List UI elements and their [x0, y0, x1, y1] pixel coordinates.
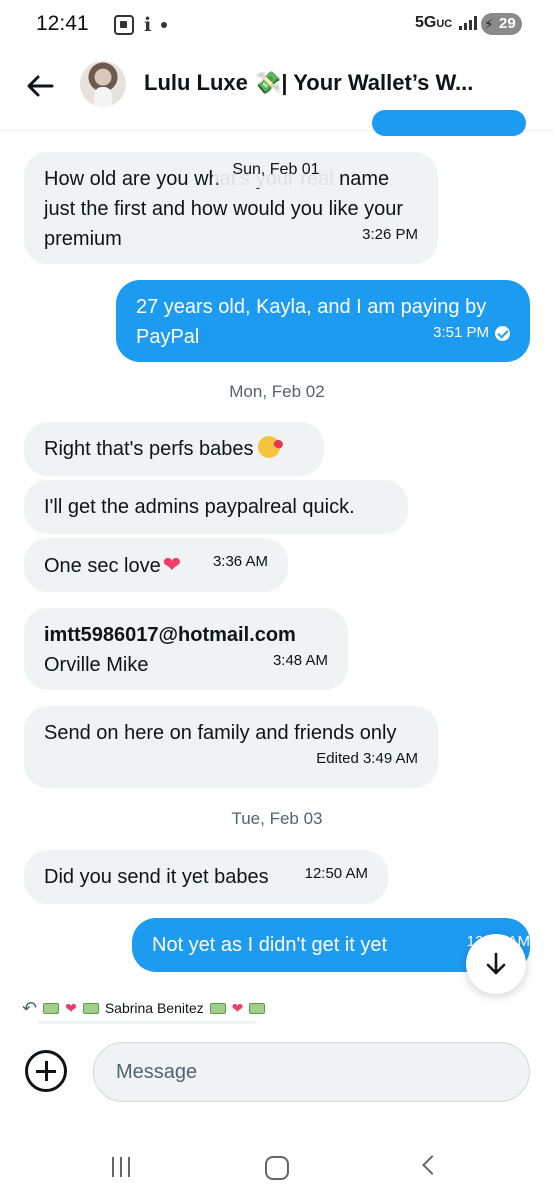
- battery-indicator: 29: [481, 13, 522, 35]
- message-bubble-outgoing[interactable]: 27 years old, Kayla, and I am paying by …: [116, 280, 530, 362]
- money-emoji-icon: [43, 1002, 60, 1014]
- avatar[interactable]: [80, 61, 126, 107]
- message-time: 3:26 PM: [362, 226, 418, 243]
- message-text: I'll get the admins paypalreal quick.: [44, 496, 355, 518]
- more-notifications-icon: [161, 22, 168, 28]
- home-icon[interactable]: [265, 1156, 289, 1180]
- plus-circle-icon[interactable]: [25, 1050, 67, 1092]
- message-time: Edited 3:49 AM: [316, 750, 418, 767]
- reply-arrow-icon: ↶: [22, 997, 38, 1018]
- message-list[interactable]: How old are you what's your real name ju…: [0, 110, 554, 1030]
- system-nav-bar: [0, 1130, 554, 1200]
- heart-emoji-icon: ❤: [65, 999, 77, 1016]
- message-time: 3:48 AM: [272, 652, 328, 669]
- message-text: One sec love: [44, 555, 161, 577]
- message-text: Did you send it yet babes: [44, 866, 269, 888]
- chat-title[interactable]: Lulu Luxe 💸| Your Wallet’s W...: [144, 70, 504, 96]
- message-input[interactable]: [93, 1042, 530, 1102]
- status-time: 12:41: [36, 12, 89, 35]
- read-receipt-icon: [495, 325, 510, 341]
- signal-icon: [459, 16, 477, 30]
- message-text: Right that's perfs babes: [44, 438, 254, 460]
- heart-emoji-icon: ❤: [231, 999, 244, 1016]
- message-bubble-partial: [372, 110, 526, 136]
- message-bubble-incoming[interactable]: Did you send it yet babes 12:50 AM: [24, 850, 388, 904]
- message-bubble-incoming[interactable]: One sec love❤ 3:36 AM: [24, 538, 288, 592]
- message-bubble-incoming[interactable]: Right that's perfs babes: [24, 422, 324, 476]
- message-composer: [0, 1030, 554, 1120]
- message-bubble-incoming[interactable]: imtt5986017@hotmail.com Orville Mike 3:4…: [24, 608, 348, 690]
- message-bubble-incoming[interactable]: Send on here on family and friends only …: [24, 706, 438, 788]
- heart-emoji-icon: ❤: [162, 552, 182, 577]
- reply-preview-bar: [38, 1021, 256, 1024]
- network-indicator: 5GUC: [415, 14, 453, 31]
- message-time: 3:51 PM: [433, 324, 489, 341]
- money-emoji-icon: [249, 1002, 266, 1014]
- message-text: Not yet as I didn't get it yet: [152, 934, 388, 956]
- date-separator: Mon, Feb 02: [229, 382, 325, 401]
- notification-icons: i: [114, 14, 168, 36]
- message-meta: 3:51 PM: [433, 318, 510, 348]
- money-emoji-icon: [82, 1002, 99, 1014]
- message-bubble-incoming[interactable]: I'll get the admins paypalreal quick.: [24, 480, 408, 534]
- date-separator: Tue, Feb 03: [231, 809, 323, 828]
- arrow-down-icon: [486, 952, 506, 975]
- reply-preview[interactable]: ↶ ❤ Sabrina Benitez ❤: [22, 996, 266, 1020]
- status-bar: 12:41 i 5GUC 29: [0, 0, 554, 50]
- money-emoji-icon: [209, 1002, 226, 1014]
- message-time: 12:50 AM: [304, 865, 368, 882]
- back-nav-icon[interactable]: [422, 1155, 442, 1175]
- scroll-to-bottom-button[interactable]: [466, 934, 526, 994]
- recent-apps-icon[interactable]: [112, 1157, 130, 1177]
- screenshot-icon: [114, 15, 134, 35]
- arrow-left-icon[interactable]: [22, 68, 58, 104]
- reply-sender-name: Sabrina Benitez: [104, 1000, 204, 1016]
- floating-date-label: Sun, Feb 01: [212, 152, 340, 188]
- info-icon: i: [144, 14, 152, 36]
- kiss-emoji-icon: [257, 436, 280, 458]
- message-time: 3:36 AM: [212, 553, 268, 570]
